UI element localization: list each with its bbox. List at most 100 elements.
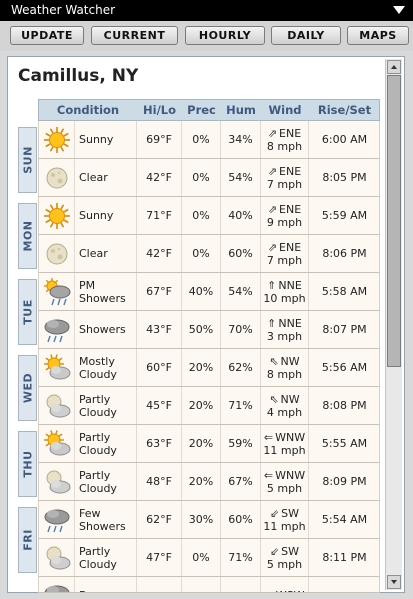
scroll-up-button[interactable] xyxy=(387,60,401,74)
wind-direction: SW xyxy=(281,506,300,520)
temperature: 48°F xyxy=(137,463,182,500)
wind-direction: ENE xyxy=(279,164,302,178)
wind-arrow-icon: ⇙ xyxy=(265,590,274,592)
wind-arrow-icon: ⇗ xyxy=(267,240,278,254)
location-title: Camillus, NY xyxy=(18,66,139,86)
wind-direction: WNW xyxy=(275,430,306,444)
wind-direction: NW xyxy=(280,392,300,406)
wind-direction: NNE xyxy=(278,278,302,292)
rise-set-time: 5:59 AM xyxy=(321,209,368,222)
header-prec: Prec xyxy=(187,103,216,117)
precipitation: 0% xyxy=(182,235,221,272)
wind: ⇐ WNW 5 mph xyxy=(261,463,309,500)
precipitation: 0% xyxy=(182,159,221,196)
humidity: 70% xyxy=(221,311,261,348)
day-label: SUN xyxy=(21,146,34,174)
wind-direction: SW xyxy=(281,544,300,558)
table-header: Condition Hi/Lo Prec Hum Wind Rise/Set xyxy=(38,99,380,121)
sun-rain-icon xyxy=(39,273,75,310)
temperature: 42°F xyxy=(137,159,182,196)
precipitation: 20% xyxy=(182,425,221,462)
rise-set-time: 5:56 AM xyxy=(321,361,368,374)
day-tab-thu[interactable]: THU xyxy=(18,431,37,497)
wind-direction: ENE xyxy=(279,126,302,140)
sun-icon xyxy=(39,197,75,234)
day-tab-tue[interactable]: TUE xyxy=(18,279,37,345)
temperature: 69°F xyxy=(137,121,182,158)
day-tab-mon[interactable]: MON xyxy=(18,203,37,269)
wind-arrow-icon: ⇑ xyxy=(267,278,277,292)
rise-set-time: 5:55 AM xyxy=(321,437,368,450)
rise-set-time: 8:05 PM xyxy=(322,171,367,184)
wind-speed: 7 mph xyxy=(266,253,303,267)
humidity: 62% xyxy=(221,349,261,386)
condition-text: PM Showers xyxy=(75,273,137,310)
wind-arrow-icon: ⇗ xyxy=(267,164,278,178)
menu-dropdown-icon[interactable] xyxy=(393,6,405,14)
forecast-row: Partly Cloudy 48°F 20% 67% ⇐ WNW 5 mph 8:09 PM xyxy=(38,463,380,501)
temperature: 42°F xyxy=(137,235,182,272)
current-button[interactable]: CURRENT xyxy=(91,26,178,45)
forecast-row: Clear 42°F 0% 54% ⇗ ENE 7 mph 8:05 PM xyxy=(38,159,380,197)
daily-button[interactable]: DAILY xyxy=(271,26,341,45)
condition-text: Few Showers xyxy=(75,501,137,538)
wind-speed: 9 mph xyxy=(266,215,303,229)
humidity xyxy=(221,577,261,592)
condition-text: Few xyxy=(75,577,137,592)
rise-set-time: 6:00 AM xyxy=(321,133,368,146)
rise-set-time: 8:08 PM xyxy=(322,399,367,412)
wind-arrow-icon: ⇗ xyxy=(267,126,278,140)
moon-icon xyxy=(39,235,75,272)
forecast-row: Sunny 69°F 0% 34% ⇗ ENE 8 mph 6:00 AM xyxy=(38,121,380,159)
humidity: 34% xyxy=(221,121,261,158)
temperature: 67°F xyxy=(137,273,182,310)
wind-speed: 8 mph xyxy=(266,367,303,381)
temperature: 43°F xyxy=(137,311,182,348)
day-tab-fri[interactable]: FRI xyxy=(18,507,37,573)
sun-icon xyxy=(39,121,75,158)
hourly-button[interactable]: HOURLY xyxy=(185,26,265,45)
forecast-row: Showers 43°F 50% 70% ⇑ NNE 3 mph 8:07 PM xyxy=(38,311,380,349)
toolbar: UPDATE CURRENT HOURLY DAILY MAPS xyxy=(0,21,413,51)
rise-set-time: 8:09 PM xyxy=(322,475,367,488)
header-hilo: Hi/Lo xyxy=(143,103,176,117)
forecast-row: Mostly Cloudy 60°F 20% 62% ⇖ NW 8 mph 5:56 AM xyxy=(38,349,380,387)
humidity: 59% xyxy=(221,425,261,462)
scrollbar[interactable] xyxy=(385,59,402,590)
wind: ⇖ NW 8 mph xyxy=(261,349,309,386)
wind-arrow-icon: ⇗ xyxy=(267,202,278,216)
day-tab-sun[interactable]: SUN xyxy=(18,127,37,193)
moon-cloud-icon xyxy=(39,463,75,500)
rise-set-time xyxy=(309,577,379,592)
day-label: TUE xyxy=(21,299,34,325)
scroll-down-button[interactable] xyxy=(387,575,401,589)
wind-speed: 5 mph xyxy=(266,481,303,495)
wind-speed: 7 mph xyxy=(266,177,303,191)
maps-button[interactable]: MAPS xyxy=(347,26,409,45)
update-button[interactable]: UPDATE xyxy=(10,26,84,45)
humidity: 54% xyxy=(221,159,261,196)
scroll-thumb[interactable] xyxy=(387,75,401,367)
wind-speed: 3 mph xyxy=(266,329,303,343)
day-tab-wed[interactable]: WED xyxy=(18,355,37,421)
precipitation: 50% xyxy=(182,311,221,348)
moon-cloud-icon xyxy=(39,539,75,576)
wind-direction: WNW xyxy=(275,468,306,482)
temperature: 71°F xyxy=(137,197,182,234)
wind-arrow-icon: ⇐ xyxy=(263,430,274,444)
precipitation: 20% xyxy=(182,463,221,500)
wind-speed: 11 mph xyxy=(263,519,306,533)
wind: ⇗ ENE 8 mph xyxy=(261,121,309,158)
wind-speed: 4 mph xyxy=(266,405,303,419)
humidity: 54% xyxy=(221,273,261,310)
temperature: 45°F xyxy=(137,387,182,424)
wind: ⇖ NW 4 mph xyxy=(261,387,309,424)
precipitation: 20% xyxy=(182,349,221,386)
humidity: 71% xyxy=(221,387,261,424)
moon-icon xyxy=(39,159,75,196)
wind: ⇙ SW 5 mph xyxy=(261,539,309,576)
wind-direction: NW xyxy=(280,354,300,368)
forecast-row: PM Showers 67°F 40% 54% ⇑ NNE 10 mph 5:58 AM xyxy=(38,273,380,311)
forecast-row: Partly Cloudy 47°F 0% 71% ⇙ SW 5 mph 8:11 PM xyxy=(38,539,380,577)
rise-set-time: 5:54 AM xyxy=(321,513,368,526)
